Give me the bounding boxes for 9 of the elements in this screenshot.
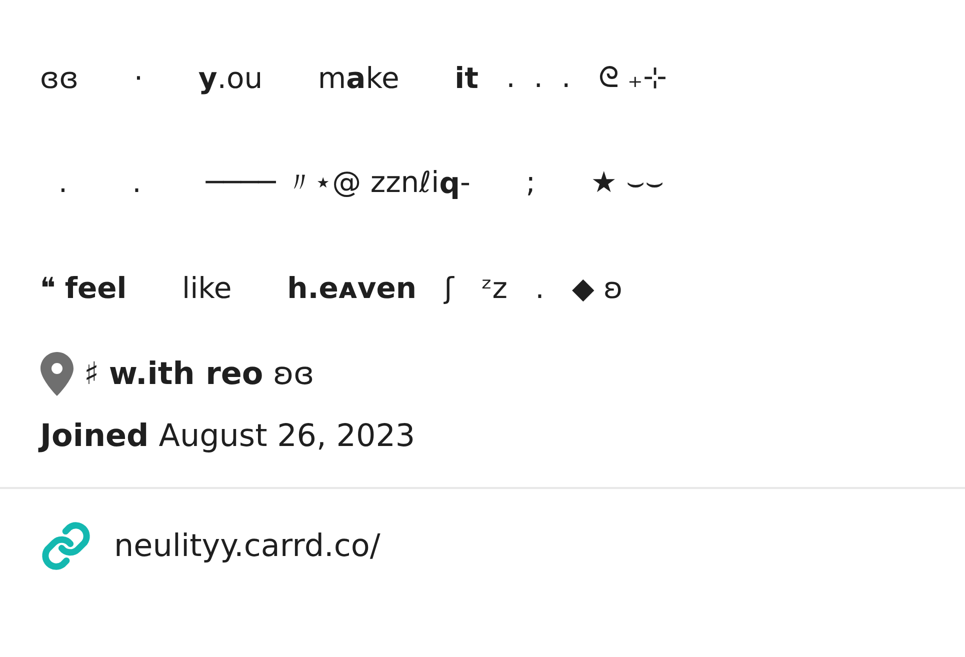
website-link[interactable]: neulityy.carrd.co/ xyxy=(114,528,380,564)
link-icon xyxy=(40,520,92,572)
bio-text: ❝ feel like h.eᴀven ʃ ᶻz . ◆ ʚ xyxy=(40,270,624,306)
bio-text: ɞɞ · y.ou make it . . . ᘓ ₊⊹ xyxy=(40,59,668,96)
joined-label: Joined xyxy=(40,418,149,454)
location-pin-icon xyxy=(40,352,74,396)
bio-text: . . ──── 〃⋆@ zznℓiq- ; ★ ⌣⌣ xyxy=(57,164,666,202)
joined-date: August 26, 2023 xyxy=(158,418,416,454)
location-text: ♯ w.ith reo ʚɞ xyxy=(84,356,314,392)
